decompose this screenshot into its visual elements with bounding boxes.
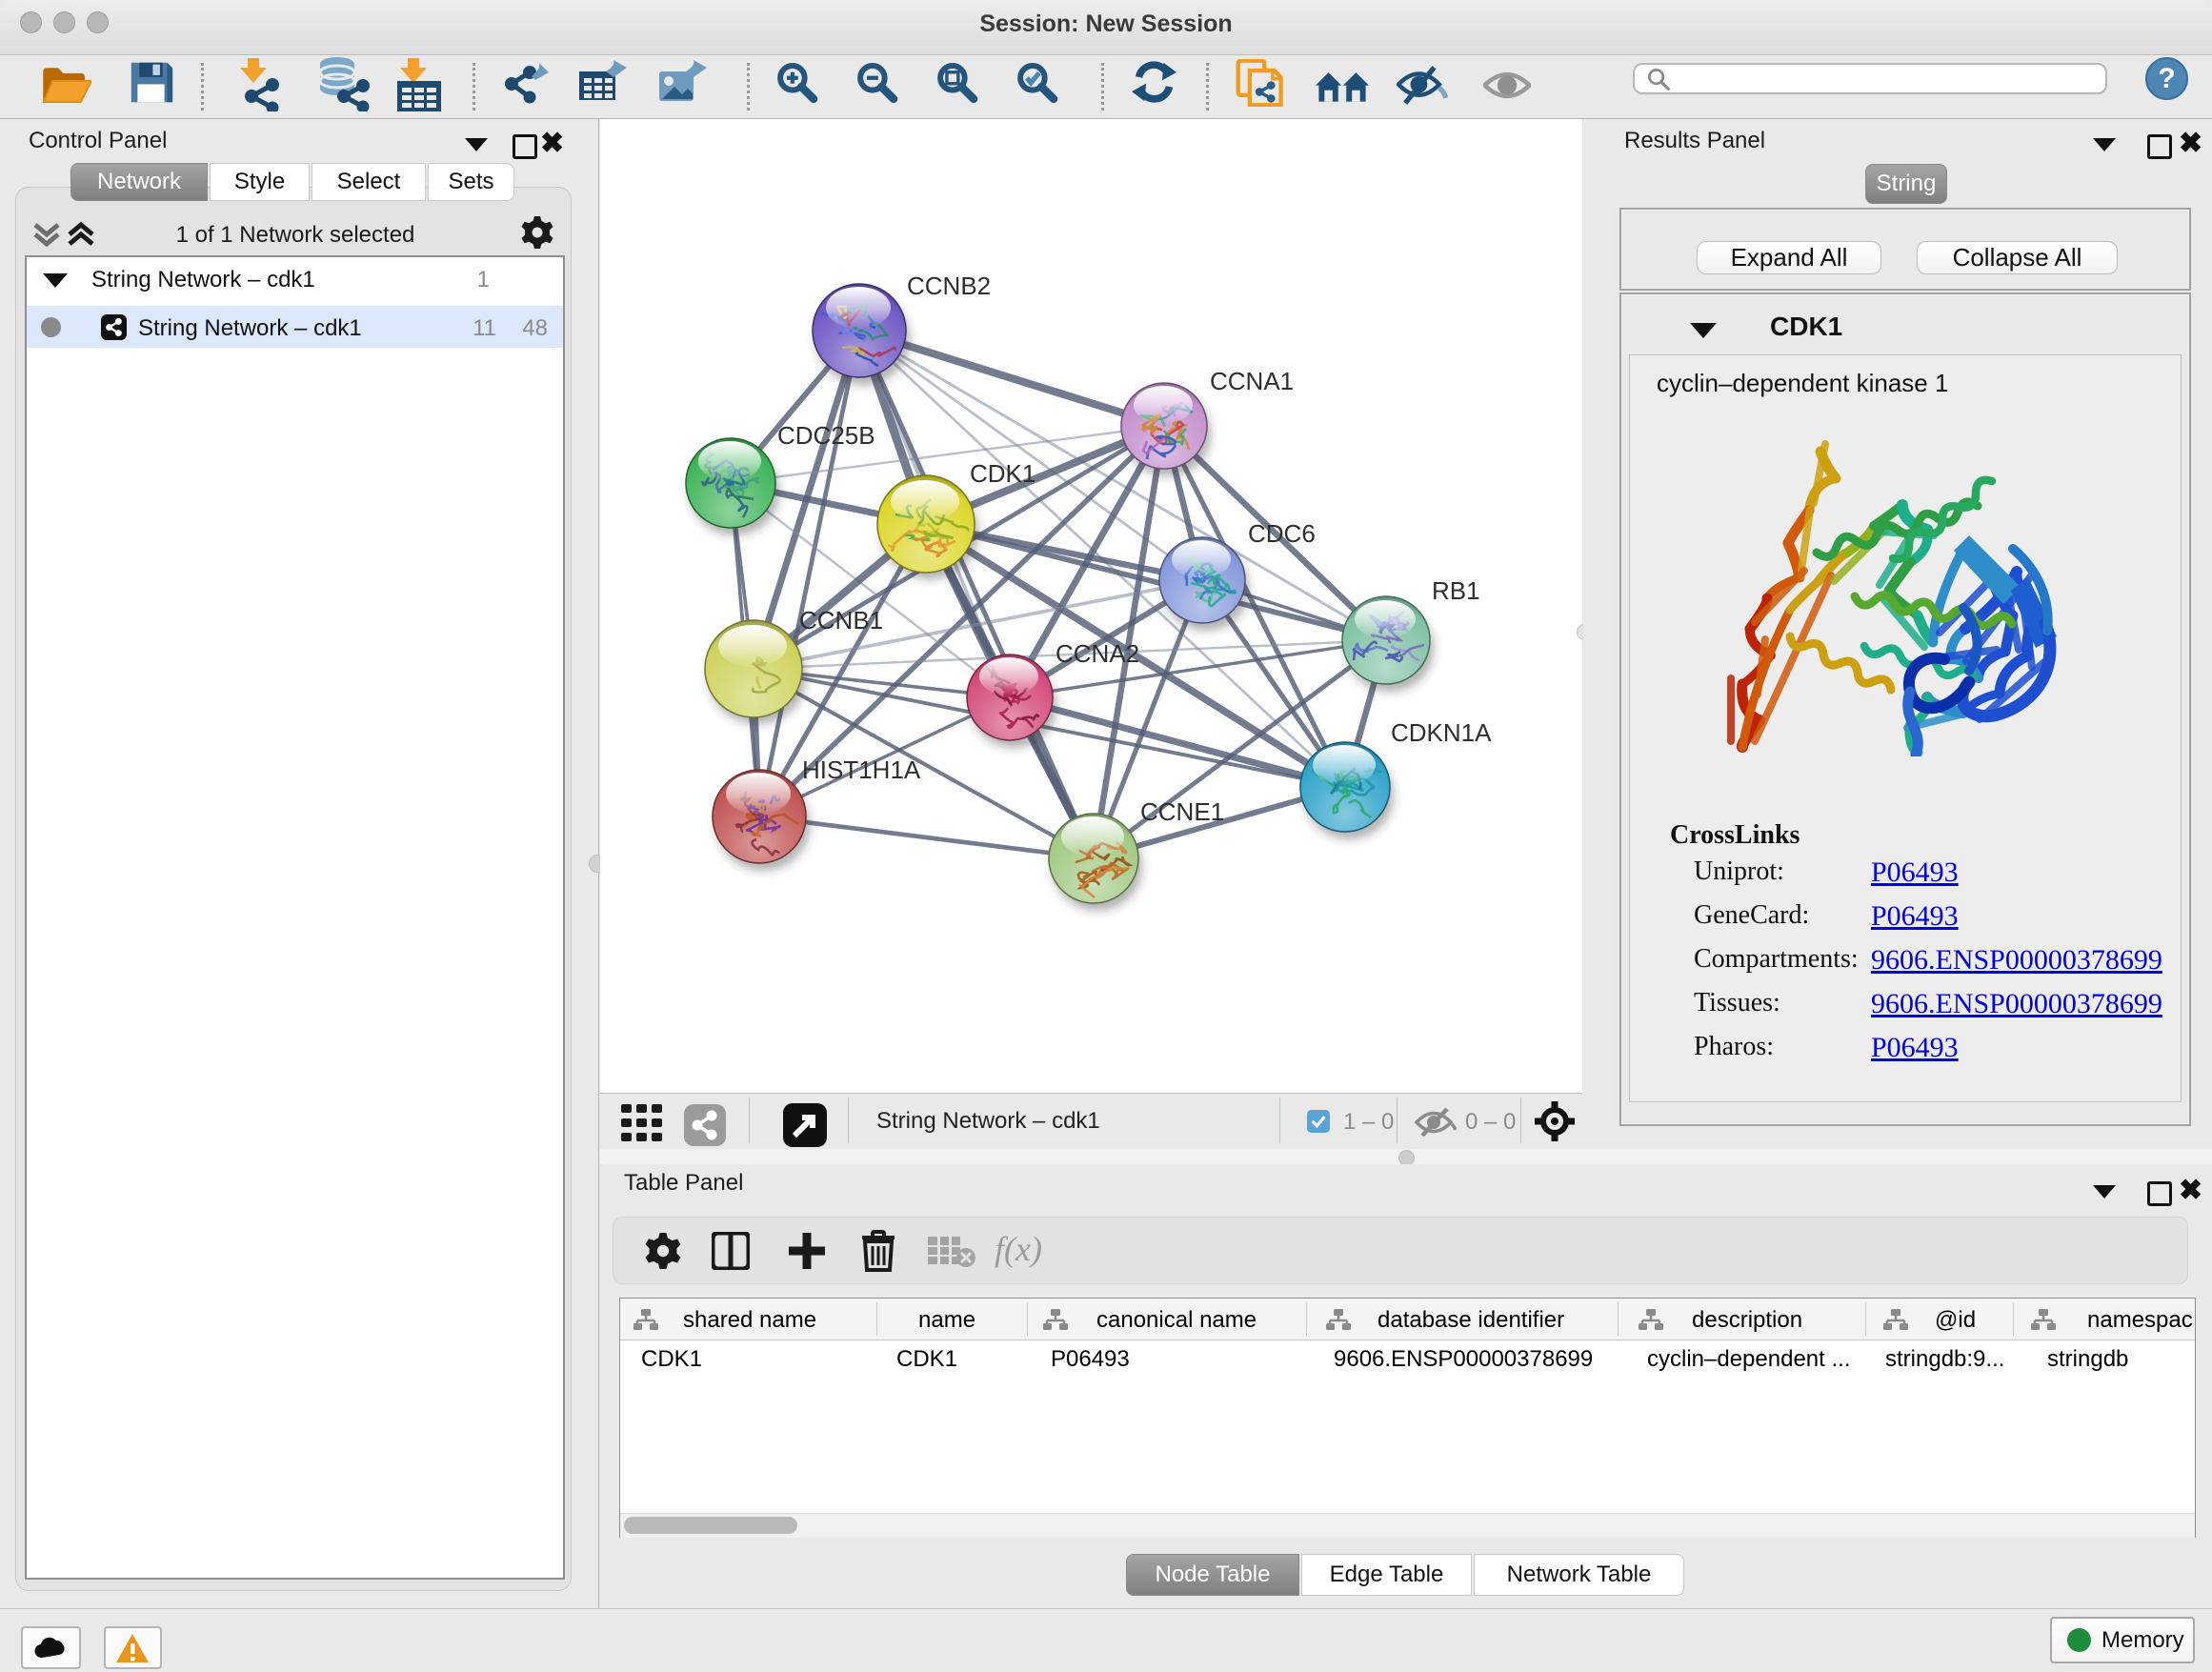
svg-text:CDC25B: CDC25B xyxy=(777,421,875,450)
svg-text:CDK1: CDK1 xyxy=(970,459,1036,488)
svg-text:CDC6: CDC6 xyxy=(1248,519,1316,548)
svg-text:CDKN1A: CDKN1A xyxy=(1391,718,1492,747)
svg-text:CCNA1: CCNA1 xyxy=(1210,367,1294,395)
svg-text:CCNB2: CCNB2 xyxy=(907,272,991,300)
svg-text:CCNA2: CCNA2 xyxy=(1056,639,1139,668)
svg-text:RB1: RB1 xyxy=(1432,576,1480,605)
svg-text:HIST1H1A: HIST1H1A xyxy=(802,755,921,784)
svg-text:CCNE1: CCNE1 xyxy=(1140,797,1224,826)
svg-text:CCNB1: CCNB1 xyxy=(799,606,883,635)
